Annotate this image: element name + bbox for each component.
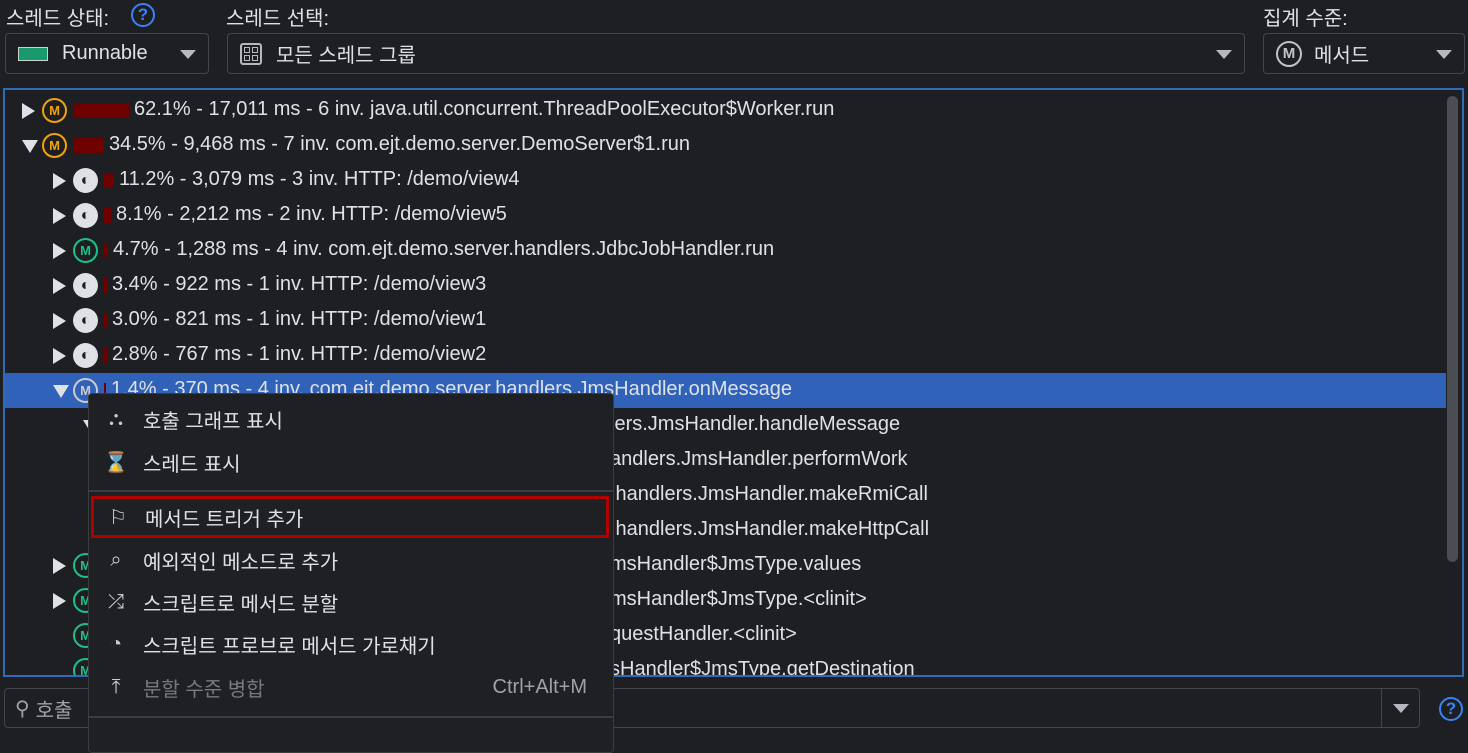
tree-row-label: .handlers.JmsHandler.makeRmiCall — [610, 483, 928, 505]
expand-toggle-icon[interactable] — [53, 593, 66, 609]
menu-separator — [89, 716, 613, 718]
thread-state-dropdown[interactable]: Runnable — [5, 33, 209, 74]
menu-item-label: 분할 수준 병합 — [143, 678, 265, 701]
call-graph-icon: ⛬ — [109, 407, 123, 430]
expand-toggle-icon[interactable] — [53, 313, 66, 329]
expand-toggle-icon[interactable] — [53, 208, 66, 224]
globe-icon: ◐ — [73, 168, 98, 193]
tree-row-label: 3.0% - 821 ms - 1 inv. HTTP: /demo/view1 — [112, 308, 487, 330]
probe-icon: ◔ — [109, 632, 123, 655]
globe-icon: ◐ — [73, 308, 98, 333]
menu-item-label: 스크립트 프로브로 메서드 가로채기 — [143, 635, 436, 658]
expand-toggle-icon[interactable] — [53, 278, 66, 294]
tree-row-label: 11.2% - 3,079 ms - 3 inv. HTTP: /demo/vi… — [119, 168, 520, 190]
tree-row-label: 4.7% - 1,288 ms - 4 inv. com.ejt.demo.se… — [113, 238, 775, 260]
menu-item-flag[interactable]: ⚐ 메서드 트리거 추가 — [91, 496, 609, 538]
thread-select-dropdown[interactable]: 모든 스레드 그룹 — [227, 33, 1245, 74]
thread-icon: ⌛ — [103, 451, 129, 474]
percentage-bar — [73, 103, 129, 118]
tree-row[interactable]: ◐ 3.0% - 821 ms - 1 inv. HTTP: /demo/view… — [5, 303, 1446, 338]
collapse-toggle-icon[interactable] — [53, 385, 69, 398]
expand-toggle-icon[interactable] — [53, 558, 66, 574]
menu-item-call-graph[interactable]: ⛬ 호출 그래프 표시 — [89, 398, 613, 440]
menu-item-exceptional-method[interactable]: ⌕ 예외적인 메소드로 추가 — [89, 539, 613, 581]
menu-separator — [89, 490, 613, 492]
tree-row-label: questHandler.<clinit> — [610, 623, 797, 645]
tree-row[interactable]: ◐ 8.1% - 2,212 ms - 2 inv. HTTP: /demo/vi… — [5, 198, 1446, 233]
expand-toggle-icon[interactable] — [53, 243, 66, 259]
help-icon[interactable]: ? — [1439, 697, 1463, 721]
expand-toggle-icon[interactable] — [53, 348, 66, 364]
menu-item-shortcut: Ctrl+Alt+M — [492, 675, 587, 698]
method-icon: M — [1276, 40, 1302, 67]
menu-item-label: 스레드 표시 — [143, 453, 241, 476]
tree-row-label: msHandler$JmsType.<clinit> — [610, 588, 867, 610]
tree-row[interactable]: M 4.7% - 1,288 ms - 4 inv. com.ejt.demo.s… — [5, 233, 1446, 268]
menu-item-split[interactable]: ⤮ 스크립트로 메서드 분할 — [89, 581, 613, 623]
menu-item-label: 예외적인 메소드로 추가 — [143, 551, 339, 574]
tree-row-label: 2.8% - 767 ms - 1 inv. HTTP: /demo/view2 — [112, 343, 487, 365]
exceptional-method-icon: ⌕ — [110, 548, 122, 571]
globe-icon: ◐ — [73, 273, 98, 298]
chevron-down-icon — [1436, 50, 1452, 59]
chevron-down-icon — [180, 50, 196, 59]
tree-row[interactable]: ◐ 3.4% - 922 ms - 1 inv. HTTP: /demo/view… — [5, 268, 1446, 303]
tree-row-label: lers.JmsHandler.handleMessage — [610, 413, 901, 435]
method-icon: M — [73, 238, 98, 263]
expand-toggle-icon[interactable] — [22, 103, 35, 119]
tree-row[interactable]: M 34.5% - 9,468 ms - 7 inv. com.ejt.demo.… — [5, 128, 1446, 163]
menu-item-thread[interactable]: ⌛ 스레드 표시 — [89, 441, 613, 483]
thread-state-value: Runnable — [62, 42, 148, 64]
collapse-toggle-icon[interactable] — [22, 140, 38, 153]
thread-select-label: 스레드 선택: — [226, 8, 330, 30]
tree-row-label: .handlers.JmsHandler.makeHttpCall — [610, 518, 930, 540]
menu-item-label: 호출 그래프 표시 — [143, 410, 283, 433]
percentage-bar — [73, 138, 104, 153]
tree-row-label: andlers.JmsHandler.performWork — [610, 448, 908, 470]
runnable-color-swatch — [18, 46, 48, 61]
method-icon: M — [42, 98, 67, 123]
context-menu: ⛬ 호출 그래프 표시 ⌛ 스레드 표시 ⚐ 메서드 트리거 추가 ⌕ 예외적인 메소드로 추… — [88, 393, 614, 753]
expand-toggle-icon[interactable] — [53, 173, 66, 189]
aggregation-value: 메서드 — [1314, 45, 1370, 67]
tree-row[interactable]: M 62.1% - 17,011 ms - 6 inv. java.util.co… — [5, 93, 1446, 128]
tree-row-label: 8.1% - 2,212 ms - 2 inv. HTTP: /demo/vie… — [116, 203, 507, 225]
percentage-bar — [104, 243, 108, 258]
thread-state-label: 스레드 상태: — [6, 8, 110, 30]
percentage-bar — [104, 173, 114, 188]
aggregation-label: 집계 수준: — [1263, 8, 1348, 30]
tree-row-label: 34.5% - 9,468 ms - 7 inv. com.ejt.demo.s… — [109, 133, 690, 155]
percentage-bar — [104, 208, 111, 223]
aggregation-dropdown[interactable]: M 메서드 — [1263, 33, 1465, 74]
tree-row[interactable]: ◐ 2.8% - 767 ms - 1 inv. HTTP: /demo/view… — [5, 338, 1446, 373]
menu-item-label: 스크립트로 메서드 분할 — [143, 593, 339, 616]
menu-item-merge[interactable]: ⤒ 분할 수준 병합 Ctrl+Alt+M — [89, 666, 613, 708]
merge-icon: ⤒ — [111, 675, 121, 698]
thread-group-icon — [240, 42, 262, 65]
thread-select-value: 모든 스레드 그룹 — [276, 45, 416, 67]
tree-row-label: 62.1% - 17,011 ms - 6 inv. java.util.con… — [134, 98, 835, 120]
vertical-scrollbar[interactable] — [1447, 96, 1458, 562]
percentage-bar — [104, 348, 107, 363]
tree-row[interactable]: ◐ 11.2% - 3,079 ms - 3 inv. HTTP: /demo/v… — [5, 163, 1446, 198]
globe-icon: ◐ — [73, 343, 98, 368]
search-placeholder: 호출 — [35, 699, 73, 722]
tree-row-label: msHandler$JmsType.values — [610, 553, 862, 575]
tree-row-label: sHandler$JmsType.getDestination — [610, 658, 915, 677]
search-history-dropdown[interactable] — [1381, 689, 1419, 727]
chevron-down-icon — [1216, 50, 1232, 59]
percentage-bar — [104, 313, 107, 328]
method-icon: M — [42, 133, 67, 158]
globe-icon: ◐ — [73, 203, 98, 228]
search-icon: ⚲ — [15, 697, 30, 720]
help-icon[interactable]: ? — [131, 3, 155, 27]
percentage-bar — [104, 278, 107, 293]
tree-row-label: 3.4% - 922 ms - 1 inv. HTTP: /demo/view3 — [112, 273, 487, 295]
menu-item-label: 메서드 트리거 추가 — [145, 508, 304, 531]
flag-icon: ⚐ — [109, 506, 127, 529]
split-icon: ⤮ — [108, 590, 124, 613]
menu-item-probe[interactable]: ◔ 스크립트 프로브로 메서드 가로채기 — [89, 623, 613, 665]
